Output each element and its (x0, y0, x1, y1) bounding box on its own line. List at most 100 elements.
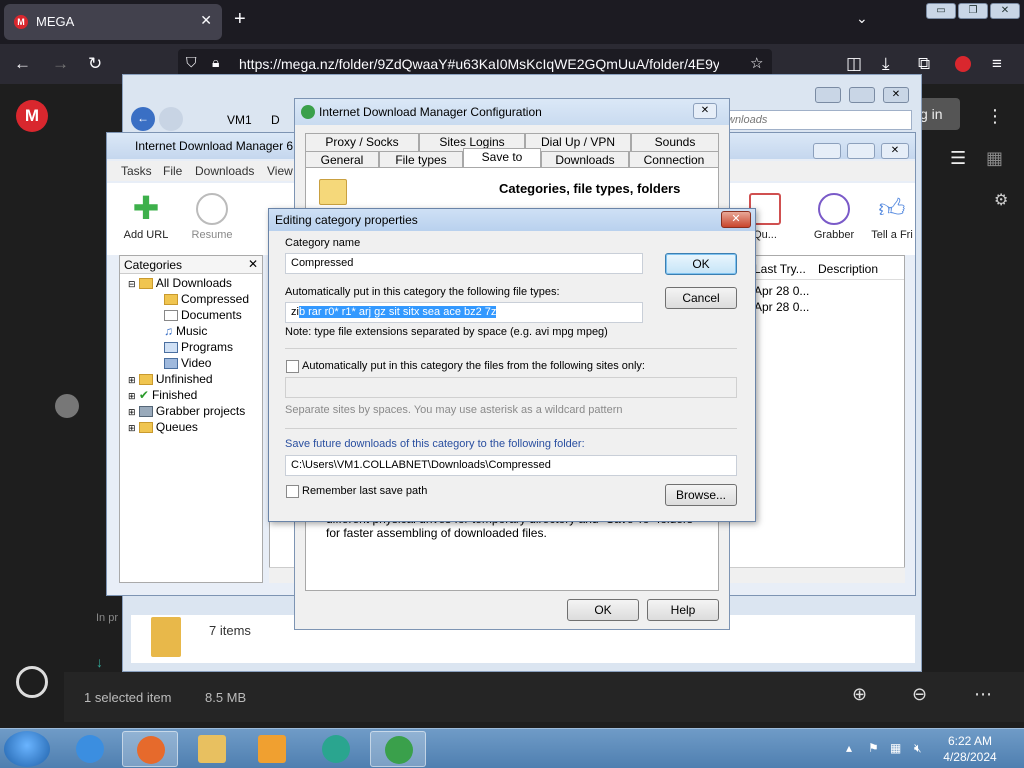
category-label: Music (176, 324, 208, 338)
explorer-close-button[interactable]: ✕ (883, 87, 909, 103)
category-music[interactable]: ♫ Music (164, 324, 207, 338)
sync-icon[interactable] (16, 666, 48, 698)
url-text[interactable]: https://mega.nz/folder/9ZdQwaaY#u63KaI0M… (239, 56, 719, 72)
save-folder-input[interactable]: C:\Users\VM1.COLLABNET\Downloads\Compres… (285, 455, 737, 476)
idm-close-button[interactable]: ✕ (881, 143, 909, 159)
explorer-search-input[interactable]: wnloads (720, 110, 912, 130)
explorer-maximize-button[interactable] (849, 87, 875, 103)
clock[interactable]: 6:22 AM 4/28/2024 (940, 733, 1000, 765)
remember-path-checkbox[interactable] (286, 485, 299, 498)
column-last-try[interactable]: Last Try... (754, 262, 806, 276)
close-tab-icon[interactable]: ✕ (200, 12, 212, 29)
sites-input[interactable] (285, 377, 737, 398)
config-ok-button[interactable]: OK (567, 599, 639, 621)
category-finished[interactable]: ⊞ ✔ Finished (128, 388, 197, 402)
edit-cancel-button[interactable]: Cancel (665, 287, 737, 309)
grid-view-icon[interactable]: ▦ (986, 148, 1003, 169)
category-video[interactable]: Video (164, 356, 211, 370)
close-categories-icon[interactable]: ✕ (248, 257, 258, 271)
category-programs[interactable]: Programs (164, 340, 233, 354)
edit-close-button[interactable]: ✕ (721, 211, 751, 228)
restore-window-button[interactable]: ❐ (958, 3, 988, 19)
download-icon[interactable]: ⊕ (852, 684, 867, 705)
breadcrumb-vm1[interactable]: VM1 (227, 113, 252, 127)
close-window-button[interactable]: ✕ (990, 3, 1020, 19)
categories-title: Categories (124, 258, 183, 272)
action-center-flag-icon[interactable]: ⚑ (868, 741, 879, 755)
explorer-forward-icon[interactable] (159, 107, 183, 131)
config-help-button[interactable]: Help (647, 599, 719, 621)
bookmark-star-icon[interactable]: ☆ (750, 54, 763, 72)
link-icon[interactable]: ⊖ (912, 684, 927, 705)
show-hidden-icons[interactable]: ▴ (846, 741, 852, 755)
explorer-minimize-button[interactable] (815, 87, 841, 103)
separator (285, 428, 737, 429)
network-icon[interactable]: ▦ (890, 741, 901, 755)
idm-minimize-button[interactable] (813, 143, 841, 159)
selected-item-count: 1 selected item (84, 690, 172, 705)
settings-gear-icon[interactable]: ⚙ (994, 190, 1008, 210)
start-button[interactable] (4, 731, 50, 767)
mega-logo-icon[interactable]: M (16, 100, 48, 132)
more-options-icon[interactable]: ⋮ (986, 106, 1004, 127)
sidebar-toggle-button[interactable] (55, 394, 79, 418)
resume-icon (196, 193, 228, 225)
forward-icon[interactable]: → (52, 54, 69, 74)
browser-tab-mega[interactable]: M MEGA ✕ (4, 4, 222, 40)
taskbar-app[interactable] (308, 731, 364, 767)
tab-save-to[interactable]: Save to (463, 148, 541, 169)
taskbar-explorer[interactable] (184, 731, 240, 767)
category-compressed[interactable]: Compressed (164, 292, 249, 306)
pocket-icon[interactable]: ◫ (846, 54, 862, 74)
minimize-window-button[interactable]: ▭ (926, 3, 956, 19)
tab-sounds[interactable]: Sounds (631, 133, 719, 151)
browse-button[interactable]: Browse... (665, 484, 737, 506)
taskbar-firefox[interactable] (122, 731, 178, 767)
file-types-unselected: zi (291, 306, 299, 318)
taskbar-ie[interactable] (62, 731, 118, 767)
tell-friend-button[interactable]: 👍︎ Tell a Fri (869, 193, 915, 241)
menu-file[interactable]: File (163, 164, 182, 178)
taskbar-idm[interactable] (370, 731, 426, 767)
menu-downloads[interactable]: Downloads (195, 164, 254, 178)
taskbar-media[interactable] (244, 731, 300, 767)
more-horizontal-icon[interactable]: ⋯ (974, 684, 992, 705)
lock-icon[interactable]: 🔒︎ (212, 54, 219, 71)
explorer-back-icon[interactable]: ← (131, 107, 155, 131)
menu-tasks[interactable]: Tasks (121, 164, 152, 178)
shield-icon[interactable]: ⛉ (186, 54, 197, 71)
list-view-icon[interactable]: ☰ (950, 148, 966, 169)
downloads-icon[interactable]: ⤓ (882, 54, 890, 74)
add-url-button[interactable]: ✚ Add URL (121, 192, 171, 241)
config-close-button[interactable]: ✕ (693, 103, 717, 119)
file-types-input[interactable]: zib rar r0* r1* arj gz sit sitx sea ace … (285, 302, 643, 323)
column-description[interactable]: Description (818, 262, 878, 276)
sites-only-checkbox[interactable] (286, 360, 299, 373)
category-name-input[interactable]: Compressed (285, 253, 643, 274)
sites-hint: Separate sites by spaces. You may use as… (285, 404, 623, 416)
back-icon[interactable]: ← (14, 54, 31, 74)
save-folder-label: Save future downloads of this category t… (285, 438, 585, 450)
category-queues[interactable]: ⊞ Queues (128, 420, 198, 434)
idm-maximize-button[interactable] (847, 143, 875, 159)
list-item[interactable]: Apr 28 0... (754, 300, 809, 314)
category-grabber-projects[interactable]: ⊞ Grabber projects (128, 404, 245, 418)
grabber-button[interactable]: Grabber (809, 193, 859, 241)
list-all-tabs-icon[interactable]: ⌄ (856, 10, 868, 27)
category-unfinished[interactable]: ⊞ Unfinished (128, 372, 213, 386)
category-documents[interactable]: Documents (164, 308, 242, 322)
list-item[interactable]: Apr 28 0... (754, 284, 809, 298)
idm-extension-icon[interactable] (955, 56, 971, 72)
breadcrumb-d[interactable]: D (271, 113, 280, 127)
category-all-downloads[interactable]: ⊟ All Downloads (128, 276, 232, 290)
volume-muted-icon[interactable]: 🔇︎ (914, 741, 922, 756)
reload-icon[interactable]: ↻ (88, 54, 102, 74)
extensions-icon[interactable]: ⧉ (918, 54, 930, 74)
edit-ok-button[interactable]: OK (665, 253, 737, 275)
menu-view[interactable]: View (267, 164, 293, 178)
new-tab-icon[interactable]: + (234, 8, 246, 31)
item-count: 7 items (209, 623, 251, 638)
resume-button[interactable]: Resume (187, 193, 237, 241)
tab-proxy-socks[interactable]: Proxy / Socks (305, 133, 419, 151)
menu-icon[interactable]: ≡ (992, 54, 1002, 74)
